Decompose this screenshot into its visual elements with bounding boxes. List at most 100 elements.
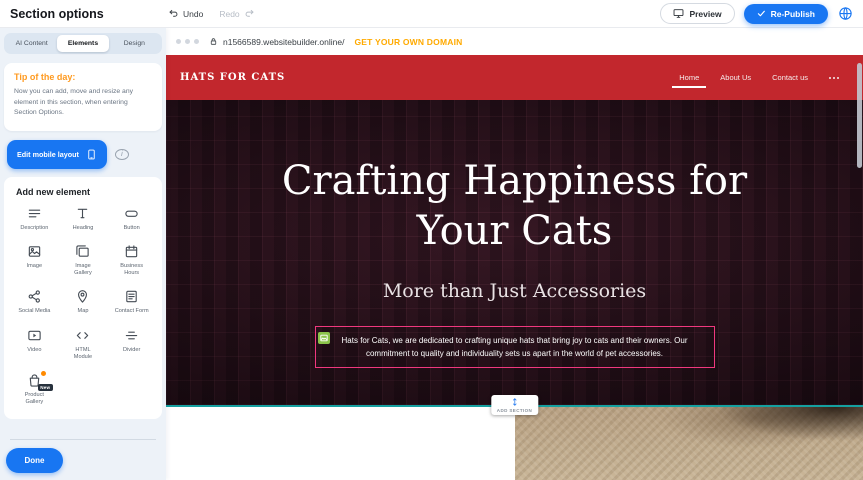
info-icon[interactable] xyxy=(115,149,129,160)
element-label: Image Gallery xyxy=(66,263,100,278)
edit-mobile-label: Edit mobile layout xyxy=(17,150,79,159)
image-icon xyxy=(27,244,42,259)
description-icon xyxy=(27,206,42,221)
element-image[interactable]: Image xyxy=(11,244,58,278)
sidebar: AI Content Elements Design Tip of the da… xyxy=(0,28,166,480)
language-globe-button[interactable] xyxy=(837,6,853,22)
element-map[interactable]: Map xyxy=(60,289,107,315)
element-label: Description xyxy=(20,225,48,232)
site-logo[interactable]: HATS FOR CATS xyxy=(180,72,285,83)
tab-design[interactable]: Design xyxy=(109,35,160,52)
edit-mobile-layout-button[interactable]: Edit mobile layout xyxy=(7,140,107,169)
image-gallery-icon xyxy=(75,244,90,259)
next-section xyxy=(166,405,863,480)
business-hours-icon xyxy=(124,244,139,259)
hero-subtitle[interactable]: More than Just Accessories xyxy=(383,280,646,302)
hero-paragraph: Hats for Cats, we are dedicated to craft… xyxy=(328,334,702,360)
selected-text-element[interactable]: Hats for Cats, we are dedicated to craft… xyxy=(315,326,715,368)
nav-more-icon[interactable] xyxy=(827,73,841,83)
tab-ai-content[interactable]: AI Content xyxy=(6,35,57,52)
republish-button[interactable]: Re-Publish xyxy=(744,4,828,24)
preview-button[interactable]: Preview xyxy=(660,3,734,24)
lock-icon xyxy=(209,37,218,46)
panel-tabs: AI Content Elements Design xyxy=(4,33,162,54)
element-contact-form[interactable]: Contact Form xyxy=(108,289,155,315)
element-description[interactable]: Description xyxy=(11,206,58,232)
heading-icon xyxy=(75,206,90,221)
element-heading[interactable]: Heading xyxy=(60,206,107,232)
element-label: Divider xyxy=(123,347,140,354)
element-button[interactable]: Button xyxy=(108,206,155,232)
contact-form-icon xyxy=(124,289,139,304)
tip-body: Now you can add, move and resize any ele… xyxy=(14,87,152,119)
check-icon xyxy=(757,9,766,18)
element-label: Video xyxy=(27,347,41,354)
site-header: HATS FOR CATS Home About Us Contact us xyxy=(166,55,863,100)
html-module-icon xyxy=(75,328,90,343)
divider-icon xyxy=(124,328,139,343)
nav-contact-us[interactable]: Contact us xyxy=(770,66,810,89)
element-grid: Description Heading Button Image Image G… xyxy=(11,206,155,407)
element-label: Heading xyxy=(73,225,94,232)
element-label: Product Gallery xyxy=(17,392,51,407)
tab-elements[interactable]: Elements xyxy=(57,35,108,52)
preview-scrollbar[interactable] xyxy=(857,63,862,168)
element-video[interactable]: Video xyxy=(11,328,58,362)
resize-arrows-icon xyxy=(510,397,519,407)
element-image-gallery[interactable]: Image Gallery xyxy=(60,244,107,278)
topbar-actions: Preview Re-Publish xyxy=(660,3,853,24)
monitor-icon xyxy=(673,8,684,19)
sidebar-divider xyxy=(10,439,156,440)
element-divider[interactable]: Divider xyxy=(108,328,155,362)
element-label: Contact Form xyxy=(115,308,149,315)
map-icon xyxy=(75,289,90,304)
element-social-media[interactable]: Social Media xyxy=(11,289,58,315)
get-domain-link[interactable]: GET YOUR OWN DOMAIN xyxy=(354,37,462,47)
undo-icon xyxy=(168,8,179,19)
hero-section: Crafting Happiness for Your Cats More th… xyxy=(166,100,863,405)
tip-title: Tip of the day: xyxy=(14,72,152,82)
window-dots-icon xyxy=(176,39,199,44)
element-label: Map xyxy=(78,308,89,315)
mobile-layout-row: Edit mobile layout xyxy=(4,140,162,169)
redo-label: Redo xyxy=(219,9,239,19)
republish-label: Re-Publish xyxy=(771,9,815,19)
topbar: Section options Undo Redo Preview Re-Pub… xyxy=(0,0,863,28)
section-resize-handle[interactable]: ADD SECTION xyxy=(491,395,538,415)
preview-label: Preview xyxy=(689,9,721,19)
button-icon xyxy=(124,206,139,221)
section-handle-label: ADD SECTION xyxy=(497,408,532,413)
element-product-gallery[interactable]: New Product Gallery xyxy=(11,373,58,407)
site-preview: HATS FOR CATS Home About Us Contact us C… xyxy=(166,55,863,480)
redo-icon xyxy=(244,8,255,19)
video-icon xyxy=(27,328,42,343)
add-element-title: Add new element xyxy=(16,187,155,197)
element-html-module[interactable]: HTML Module xyxy=(60,328,107,362)
history-controls: Undo Redo xyxy=(168,8,255,19)
site-nav: Home About Us Contact us xyxy=(677,66,841,89)
element-label: Business Hours xyxy=(115,263,149,278)
phone-icon xyxy=(86,149,97,160)
social-media-icon xyxy=(27,289,42,304)
nav-home[interactable]: Home xyxy=(677,66,701,89)
undo-label: Undo xyxy=(183,9,203,19)
next-section-empty xyxy=(166,407,515,480)
add-element-panel: Add new element Description Heading Butt… xyxy=(4,177,162,419)
new-indicator-dot xyxy=(41,371,46,376)
nav-about-us[interactable]: About Us xyxy=(718,66,753,89)
undo-button[interactable]: Undo xyxy=(168,8,203,19)
globe-icon xyxy=(838,6,853,21)
element-label: HTML Module xyxy=(66,347,100,362)
app-window: Section options Undo Redo Preview Re-Pub… xyxy=(0,0,863,480)
image-placeholder-icon xyxy=(318,332,330,344)
done-button[interactable]: Done xyxy=(6,448,63,473)
carpet-cat-photo xyxy=(515,407,863,480)
element-label: Image xyxy=(27,263,43,270)
site-url[interactable]: n1566589.websitebuilder.online/ xyxy=(223,37,344,47)
hero-title[interactable]: Crafting Happiness for Your Cats xyxy=(255,156,775,256)
element-label: Social Media xyxy=(18,308,50,315)
tip-card: Tip of the day: Now you can add, move an… xyxy=(4,63,162,131)
element-business-hours[interactable]: Business Hours xyxy=(108,244,155,278)
redo-button[interactable]: Redo xyxy=(219,8,254,19)
browser-bar: n1566589.websitebuilder.online/ GET YOUR… xyxy=(166,28,863,55)
